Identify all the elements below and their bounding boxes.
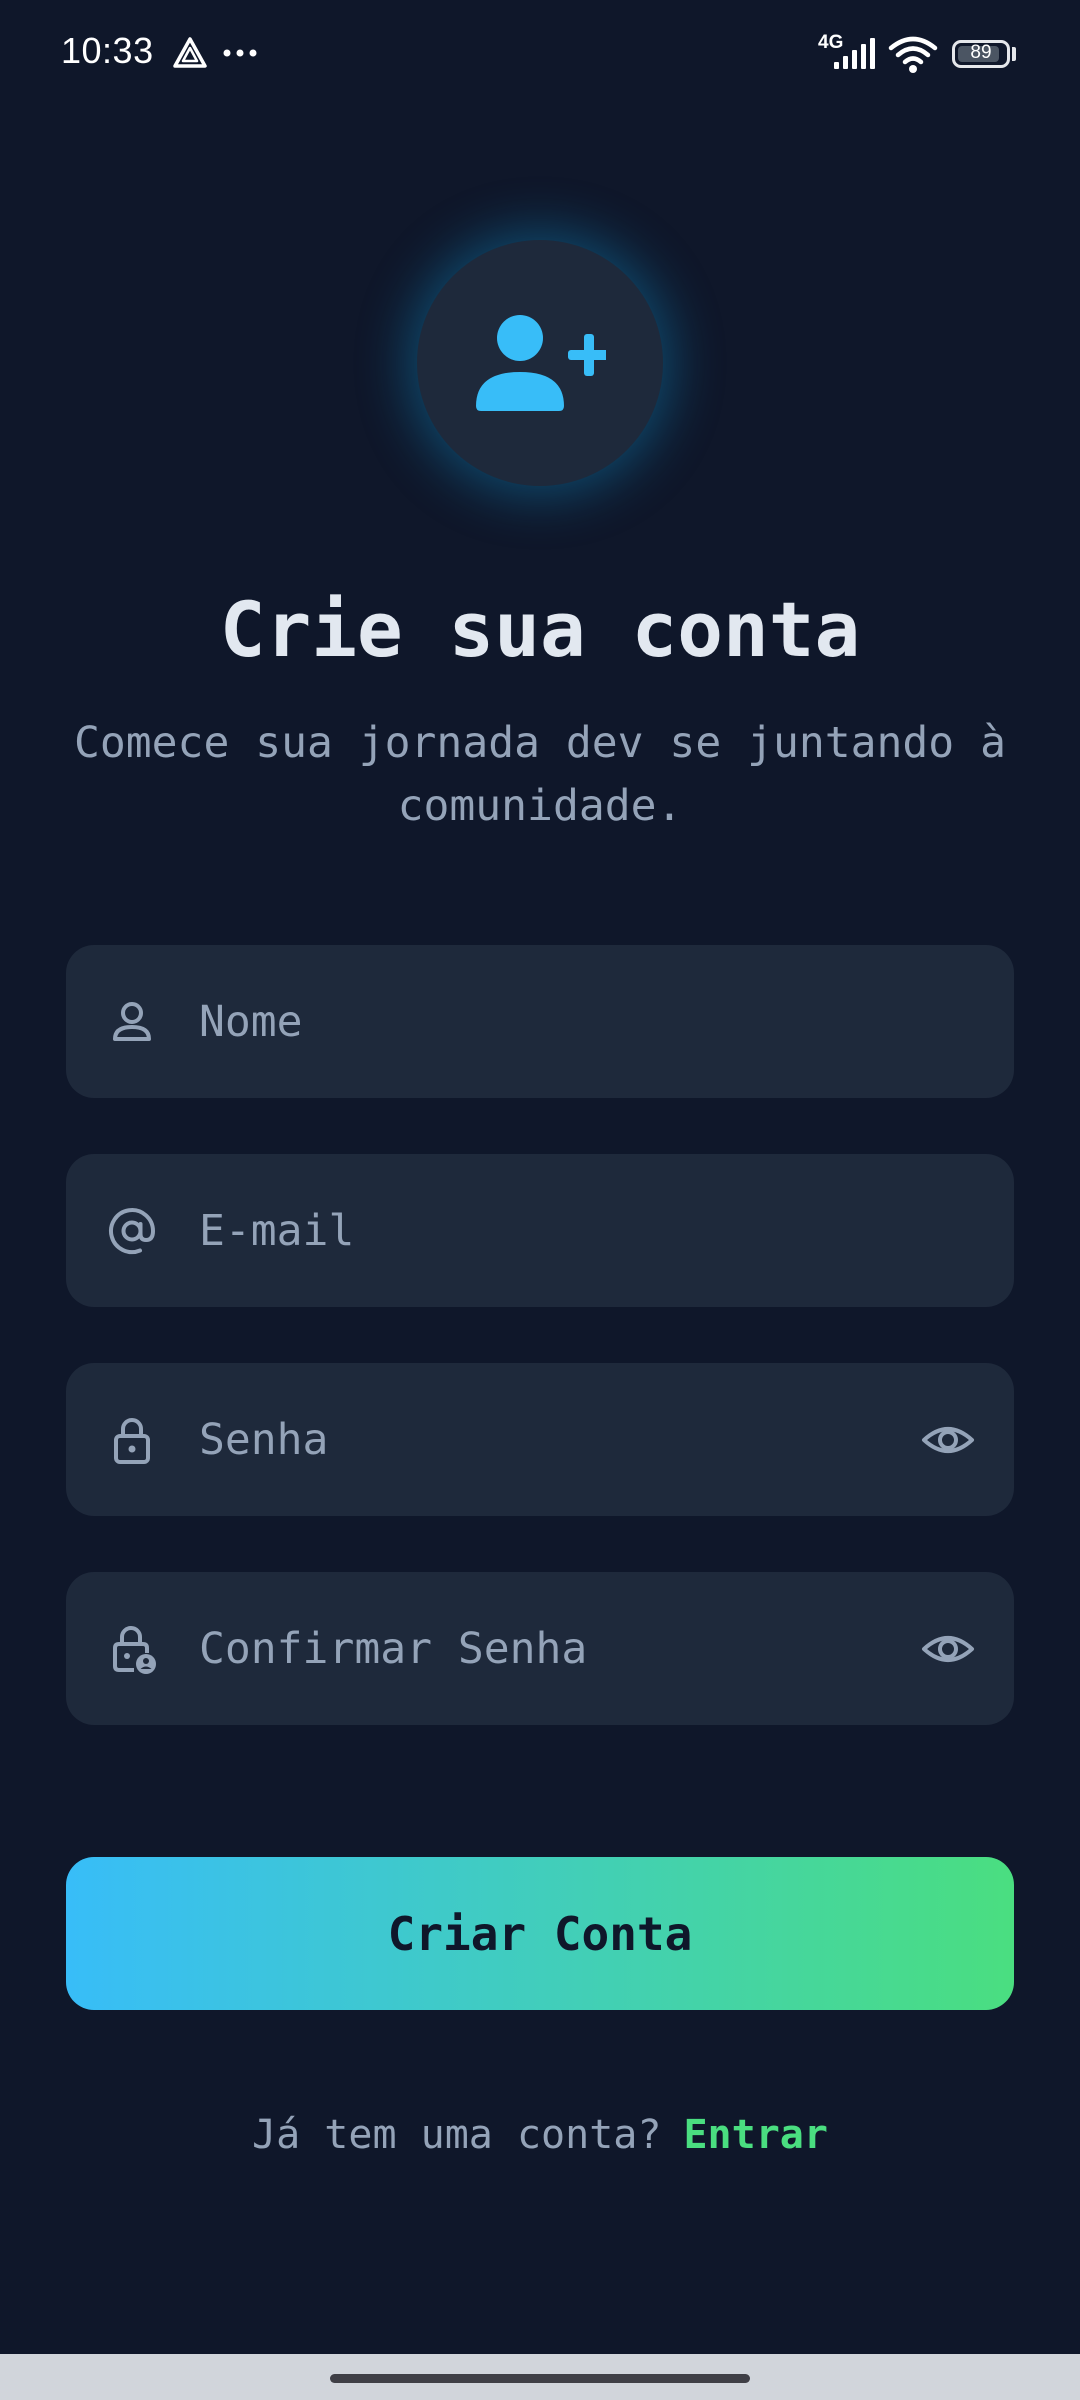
wifi-icon xyxy=(888,36,938,73)
status-bar: 10:33 4G 89 xyxy=(0,0,1080,110)
page-subtitle: Comece sua jornada dev se juntando à com… xyxy=(74,718,1006,831)
battery-icon: 89 xyxy=(952,40,1010,68)
email-field[interactable] xyxy=(66,1154,1014,1307)
create-account-button[interactable]: Criar Conta xyxy=(66,1857,1014,2010)
show-password-eye-icon[interactable] xyxy=(920,1412,976,1468)
signal-strength-icon xyxy=(834,38,875,69)
show-confirm-password-eye-icon[interactable] xyxy=(920,1621,976,1677)
name-field[interactable] xyxy=(66,945,1014,1098)
login-link[interactable]: Entrar xyxy=(683,2112,828,2158)
password-input[interactable] xyxy=(199,1363,899,1516)
confirm-password-field[interactable] xyxy=(66,1572,1014,1725)
lock-person-icon xyxy=(113,1625,156,1674)
navigation-triangle-icon xyxy=(173,37,207,68)
at-sign-icon xyxy=(109,1207,156,1254)
add-user-icon xyxy=(476,315,606,411)
battery-nub xyxy=(1012,47,1016,61)
home-indicator[interactable] xyxy=(330,2374,750,2383)
login-prompt-text: Já tem uma conta? xyxy=(252,2112,662,2158)
more-dots-icon xyxy=(223,49,257,57)
battery-level-text: 89 xyxy=(970,42,992,63)
name-input[interactable] xyxy=(199,945,899,1098)
confirm-password-input[interactable] xyxy=(199,1572,899,1725)
user-icon xyxy=(113,1001,151,1041)
login-prompt-row: Já tem uma conta? Entrar xyxy=(0,2112,1080,2158)
lock-icon xyxy=(114,1417,150,1464)
password-field[interactable] xyxy=(66,1363,1014,1516)
page-title: Crie sua conta xyxy=(219,585,861,674)
email-input[interactable] xyxy=(199,1154,899,1307)
status-time: 10:33 xyxy=(61,30,154,71)
